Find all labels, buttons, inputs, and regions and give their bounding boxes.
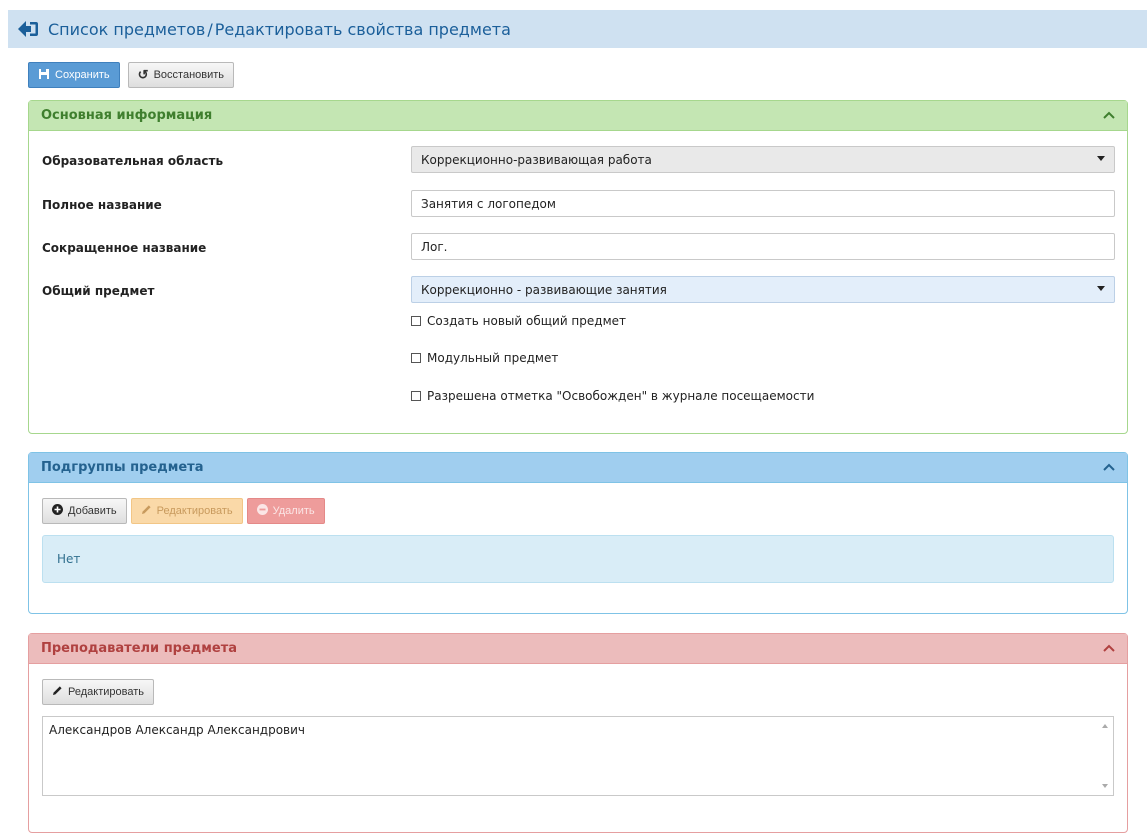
main-info-header[interactable]: Основная информация [29,101,1127,131]
add-subgroup-label: Добавить [68,505,117,517]
breadcrumb-current: Редактировать свойства предмета [214,19,511,39]
teacher-name: Александров Александр Александрович [49,723,306,737]
common-subject-select[interactable]: Коррекционно - развивающие занятия [411,276,1115,303]
teachers-list[interactable]: Александров Александр Александрович [42,716,1114,796]
save-icon [38,68,50,83]
refresh-icon: ↺ [137,67,149,82]
edit-subgroup-label: Редактировать [156,505,233,517]
edit-subgroup-button[interactable]: Редактировать [130,498,243,524]
restore-button-label: Восстановить [153,69,225,81]
edit-teachers-button[interactable]: Редактировать [42,679,154,705]
back-arrow-icon[interactable] [17,19,39,39]
breadcrumb-separator: / [207,19,213,39]
delete-subgroup-label: Удалить [272,505,315,517]
subgroups-header[interactable]: Подгруппы предмета [29,453,1127,483]
delete-subgroup-button[interactable]: Удалить [246,498,325,524]
caret-down-icon [1097,156,1105,161]
save-button-label: Сохранить [55,69,110,81]
main-info-panel: Основная информация Образовательная обла… [28,100,1128,434]
create-common-subject-checkbox[interactable]: Создать новый общий предмет [411,314,626,328]
short-name-label: Сокращенное название [42,241,207,255]
common-subject-label: Общий предмет [42,284,155,298]
chevron-up-icon[interactable] [1103,108,1115,123]
plus-circle-icon [52,504,63,518]
teachers-toolbar: Редактировать [42,679,154,705]
short-name-input[interactable]: Лог. [411,233,1115,260]
toolbar: Сохранить ↺ Восстановить [28,62,235,88]
pencil-icon [52,685,63,699]
empty-text: Нет [57,552,81,566]
create-common-subject-label: Создать новый общий предмет [427,314,627,328]
pencil-icon [141,504,152,518]
chevron-up-icon[interactable] [1103,460,1115,475]
teachers-header[interactable]: Преподаватели предмета [29,634,1127,664]
checkbox-box[interactable] [411,353,421,363]
restore-button[interactable]: ↺ Восстановить [127,62,235,88]
education-area-value: Коррекционно-развивающая работа [421,152,652,167]
save-button[interactable]: Сохранить [28,62,120,88]
checkbox-box[interactable] [411,391,421,401]
education-area-label: Образовательная область [42,154,224,168]
subgroups-empty-message: Нет [42,535,1114,583]
minus-circle-icon [256,504,268,518]
scroll-up-icon[interactable] [1102,724,1108,728]
modular-subject-checkbox[interactable]: Модульный предмет [411,351,558,365]
chevron-up-icon[interactable] [1103,641,1115,656]
main-info-title: Основная информация [41,108,213,123]
edit-teachers-label: Редактировать [68,686,144,698]
subgroups-toolbar: Добавить Редактировать Удалить [42,498,325,524]
subgroups-panel: Подгруппы предмета Добавить Редактироват… [28,452,1128,614]
add-subgroup-button[interactable]: Добавить [42,498,127,524]
checkbox-box[interactable] [411,316,421,326]
full-name-label: Полное название [42,198,162,212]
caret-down-icon [1097,286,1105,291]
short-name-value: Лог. [421,239,448,254]
common-subject-value: Коррекционно - развивающие занятия [421,282,667,297]
vertical-scrollbar[interactable] [1096,717,1113,795]
exempt-mark-checkbox[interactable]: Разрешена отметка "Освобожден" в журнале… [411,389,814,403]
teachers-title: Преподаватели предмета [41,641,238,656]
modular-subject-label: Модульный предмет [427,351,559,365]
teachers-panel: Преподаватели предмета Редактировать Але… [28,633,1128,833]
full-name-input[interactable]: Занятия с логопедом [411,190,1115,217]
breadcrumb-subject-list[interactable]: Список предметов [48,20,205,39]
exempt-mark-label: Разрешена отметка "Освобожден" в журнале… [427,389,815,403]
subgroups-title: Подгруппы предмета [41,460,204,475]
title-bar: Список предметов / Редактировать свойств… [8,10,1147,48]
full-name-value: Занятия с логопедом [421,196,556,211]
scroll-down-icon[interactable] [1102,784,1108,788]
education-area-select[interactable]: Коррекционно-развивающая работа [411,146,1115,173]
